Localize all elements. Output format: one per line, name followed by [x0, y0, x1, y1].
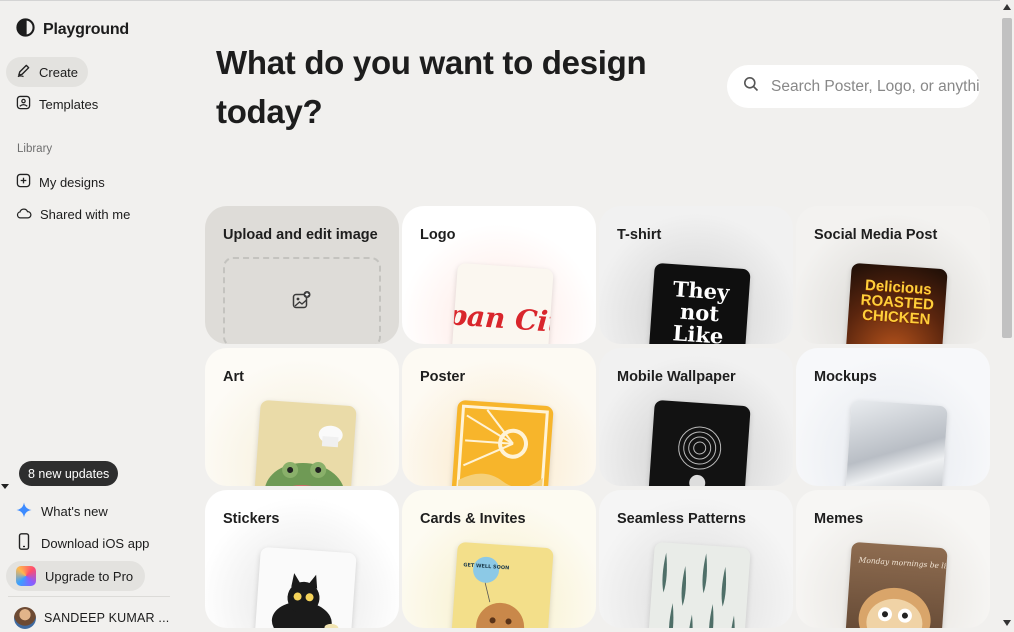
card-title: Logo [420, 227, 456, 243]
poster-thumbnail [450, 399, 554, 486]
card-seamless-patterns[interactable]: Seamless Patterns [599, 490, 793, 628]
page-scrollbar[interactable] [1000, 0, 1014, 632]
card-social-media-post[interactable]: Social Media Post Delicious ROASTED CHIC… [796, 206, 990, 344]
card-poster[interactable]: Poster [402, 348, 596, 486]
sparkle-icon [16, 502, 32, 521]
card-title: Memes [814, 511, 864, 527]
mockup-thumbnail [844, 399, 948, 486]
sidebar: Playground Create Templates Library My d… [0, 0, 180, 632]
card-mockups[interactable]: Mockups [796, 348, 990, 486]
brand-name: Playground [43, 21, 130, 38]
card-title: Mockups [814, 369, 877, 385]
search-icon [743, 76, 759, 97]
logo-thumbnail-text: Span City [450, 297, 553, 341]
upgrade-pro-label: Upgrade to Pro [45, 568, 134, 584]
card-mobile-wallpaper[interactable]: Mobile Wallpaper [599, 348, 793, 486]
scrollbar-thumb[interactable] [1002, 18, 1012, 338]
scroll-up-arrow-icon[interactable] [1003, 4, 1011, 10]
sidebar-item-create[interactable]: Create [6, 57, 89, 87]
user-name: SANDEEP KUMAR ... [44, 611, 170, 625]
app-window: Playground Create Templates Library My d… [0, 0, 1014, 632]
cloud-icon [16, 206, 32, 223]
library-section-label: Library [17, 143, 53, 155]
card-title: Art [223, 369, 244, 385]
phone-icon [16, 533, 32, 553]
card-title: Seamless Patterns [617, 511, 746, 527]
art-thumbnail [253, 399, 357, 486]
card-title: Poster [420, 369, 466, 385]
upload-dropzone[interactable] [223, 257, 381, 344]
card-logo[interactable]: Logo Span City [402, 206, 596, 344]
tshirt-thumbnail: They not Like [647, 262, 751, 344]
sticker-thumbnail [253, 546, 357, 628]
whats-new-button[interactable]: What's new [6, 496, 118, 526]
user-account[interactable]: SANDEEP KUMAR ... [14, 607, 169, 629]
sidebar-item-label: Shared with me [40, 206, 131, 222]
page-title: What do you want to design today? [216, 44, 647, 130]
whats-new-label: What's new [41, 503, 108, 519]
pen-icon [16, 63, 31, 81]
search-bar[interactable] [727, 65, 980, 108]
sidebar-item-label: My designs [39, 174, 105, 190]
image-frame-icon [16, 95, 31, 113]
sidebar-item-my-designs[interactable]: My designs [6, 167, 115, 197]
card-cards-invites[interactable]: Cards & Invites GET WELL SOON [402, 490, 596, 628]
social-post-thumbnail: Delicious ROASTED CHICKEN [844, 262, 948, 344]
card-title: Social Media Post [814, 227, 938, 243]
card-upload-edit-image[interactable]: Upload and edit image [205, 206, 399, 344]
card-tshirt[interactable]: T-shirt They not Like [599, 206, 793, 344]
card-title: Mobile Wallpaper [617, 369, 736, 385]
add-folder-icon [16, 173, 31, 191]
meme-thumbnail-text: Monday mornings be like [857, 555, 947, 571]
sidebar-item-label: Templates [39, 96, 99, 112]
upgrade-pro-button[interactable]: Upgrade to Pro [6, 561, 146, 591]
card-title: Upload and edit image [223, 227, 378, 243]
card-art[interactable]: Art [205, 348, 399, 486]
avatar [14, 607, 36, 629]
card-title: Stickers [223, 511, 280, 527]
brand[interactable]: Playground [16, 18, 129, 42]
new-updates-badge[interactable]: 8 new updates [19, 461, 119, 486]
sidebar-item-shared[interactable]: Shared with me [6, 199, 140, 229]
search-input[interactable] [771, 77, 980, 96]
invite-thumbnail: GET WELL SOON [450, 541, 554, 628]
card-stickers[interactable]: Stickers [205, 490, 399, 628]
scroll-down-arrow-icon[interactable] [1003, 620, 1011, 626]
pattern-thumbnail [647, 541, 751, 628]
card-title: Cards & Invites [420, 511, 526, 527]
sidebar-item-label: Create [39, 64, 79, 80]
sidebar-divider [8, 596, 170, 597]
sidebar-item-templates[interactable]: Templates [6, 89, 108, 119]
meme-thumbnail: Monday mornings be like [844, 541, 948, 628]
card-title: T-shirt [617, 227, 662, 243]
logo-thumbnail: Span City [450, 262, 554, 344]
download-ios-button[interactable]: Download iOS app [6, 528, 159, 558]
caret-down-icon [1, 484, 9, 489]
wallpaper-thumbnail [647, 399, 751, 486]
playground-logo-icon [16, 18, 35, 42]
card-memes[interactable]: Memes Monday mornings be like [796, 490, 990, 628]
gem-icon [16, 566, 36, 586]
download-ios-label: Download iOS app [41, 535, 150, 551]
add-image-icon [292, 290, 312, 315]
